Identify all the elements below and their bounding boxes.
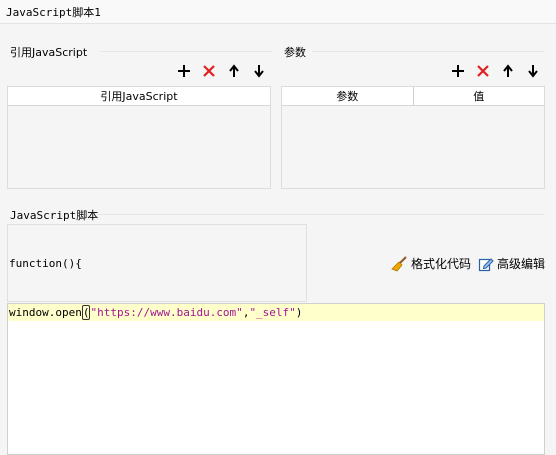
param-toolbar [448,62,543,80]
format-code-button[interactable]: 格式化代码 [391,255,471,272]
ref-delete-button[interactable] [199,62,219,80]
param-table[interactable]: 参数 值 [281,86,545,189]
code-function-call: window.open [9,306,82,319]
code-url-string: "https://www.baidu.com" [90,306,243,319]
arrow-down-icon [254,65,264,78]
param-name-column-header[interactable]: 参数 [282,87,414,105]
script-section-label: JavaScript脚本 [10,209,99,222]
ref-add-button[interactable] [174,62,194,80]
arrow-down-icon [528,65,538,78]
delete-x-icon [203,65,215,77]
code-editor[interactable]: window.open("https://www.baidu.com","_se… [7,303,545,455]
advanced-edit-label: 高级编辑 [497,257,546,271]
advanced-edit-button[interactable]: 高级编辑 [478,255,545,272]
arrow-up-icon [503,64,513,77]
param-table-header: 参数 值 [282,87,544,106]
param-add-button[interactable] [448,62,468,80]
param-delete-button[interactable] [473,62,493,80]
ref-js-toolbar [174,62,269,80]
format-code-label: 格式化代码 [411,257,472,271]
ref-js-section-label: 引用JavaScript [10,46,88,59]
ref-move-up-button[interactable] [224,62,244,80]
broom-icon [391,255,407,271]
code-close-paren: ) [295,306,303,319]
arrow-up-icon [229,64,239,77]
param-value-column-header[interactable]: 值 [414,87,545,105]
window-title: JavaScript脚本1 [6,6,101,19]
function-signature-text: function(){ [9,257,82,270]
param-move-up-button[interactable] [498,62,518,80]
edit-icon [478,257,494,271]
window-titlebar: JavaScript脚本1 [0,0,556,24]
param-separator [312,51,544,52]
ref-js-table[interactable]: 引用JavaScript [7,86,271,189]
script-separator [98,214,544,215]
plus-icon [452,65,464,77]
ref-js-column-header[interactable]: 引用JavaScript [8,87,270,105]
param-move-down-button[interactable] [523,62,543,80]
ref-js-separator [100,51,272,52]
code-line-1[interactable]: window.open("https://www.baidu.com","_se… [9,305,302,320]
code-target-string: "_self" [249,306,296,319]
plus-icon [178,65,190,77]
param-section-label: 参数 [284,46,306,59]
ref-move-down-button[interactable] [249,62,269,80]
ref-js-table-header: 引用JavaScript [8,87,270,106]
delete-x-icon [477,65,489,77]
